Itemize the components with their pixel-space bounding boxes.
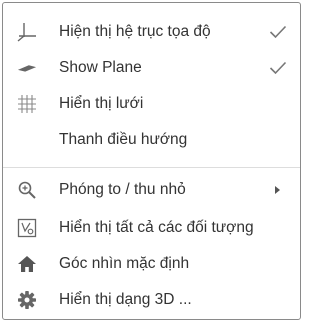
- menu-item-label: Hiển thị dạng 3D ...: [59, 291, 192, 308]
- home-icon: [17, 254, 37, 274]
- checkmark-icon: [269, 25, 287, 39]
- plane-icon: [17, 58, 37, 78]
- menu-item-navigation-bar[interactable]: Thanh điều hướng: [3, 125, 300, 155]
- submenu-arrow-icon: [275, 186, 280, 194]
- menu-item-show-axes[interactable]: Hiện thị hệ trục tọa độ: [3, 17, 300, 47]
- menu-item-label: Hiển thị tất cả các đối tượng: [59, 219, 254, 236]
- menu-item-label: Thanh điều hướng: [59, 131, 188, 148]
- grid-icon: [17, 94, 37, 114]
- zoom-icon: [17, 180, 37, 200]
- menu-item-3d-view[interactable]: Hiển thị dạng 3D ...: [3, 285, 300, 315]
- menu-item-label: Hiện thị hệ trục tọa độ: [59, 23, 211, 40]
- menu-item-label: Hiển thị lưới: [59, 95, 144, 112]
- menu-item-label: Show Plane: [59, 59, 142, 76]
- menu-item-show-plane[interactable]: Show Plane: [3, 53, 300, 83]
- menu-item-show-grid[interactable]: Hiển thị lưới: [3, 89, 300, 119]
- checkmark-icon: [269, 61, 287, 75]
- show-all-objects-icon: [17, 218, 37, 238]
- axes-icon: [17, 22, 37, 42]
- menu-item-default-view[interactable]: Góc nhìn mặc định: [3, 249, 300, 279]
- menu-item-zoom[interactable]: Phóng to / thu nhỏ: [3, 175, 300, 205]
- menu-item-label: Góc nhìn mặc định: [59, 255, 190, 272]
- gear-icon: [17, 290, 37, 310]
- menu-item-label: Phóng to / thu nhỏ: [59, 181, 186, 198]
- menu-item-show-all-objects[interactable]: Hiển thị tất cả các đối tượng: [3, 213, 300, 243]
- menu-divider: [3, 167, 300, 168]
- context-menu: Hiện thị hệ trục tọa độ Show Plane Hiển …: [2, 2, 301, 320]
